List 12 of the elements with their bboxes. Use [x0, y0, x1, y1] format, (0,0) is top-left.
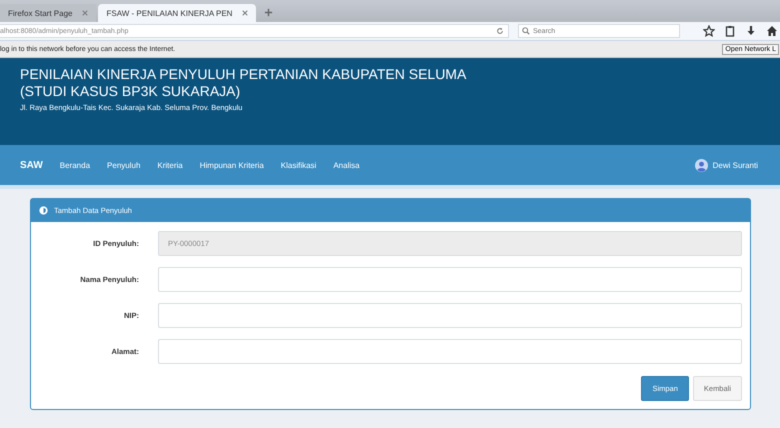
nav-link[interactable]: Klasifikasi [280, 160, 316, 170]
site-title: PENILAIAN KINERJA PENYULUH PERTANIAN KABUPATEN SELUMA [20, 66, 468, 83]
browser-tab[interactable]: Firefox Start Page [0, 4, 96, 22]
site-subtitle: (STUDI KASUS BP3K SUKARAJA) [20, 83, 242, 100]
nav-link[interactable]: Kriteria [157, 160, 183, 170]
user-name-link[interactable]: Dewi Suranti [712, 160, 758, 170]
nav-link[interactable]: Himpunan Kriteria [200, 160, 264, 170]
browser-tab[interactable]: FSAW - PENILAIAN KINERJA PEN [98, 4, 256, 22]
nav-link[interactable]: Penyuluh [107, 160, 140, 170]
brand-link[interactable]: SAW [20, 160, 43, 170]
nav-link[interactable]: Analisa [333, 160, 360, 170]
nav-link[interactable]: Beranda [60, 160, 90, 170]
